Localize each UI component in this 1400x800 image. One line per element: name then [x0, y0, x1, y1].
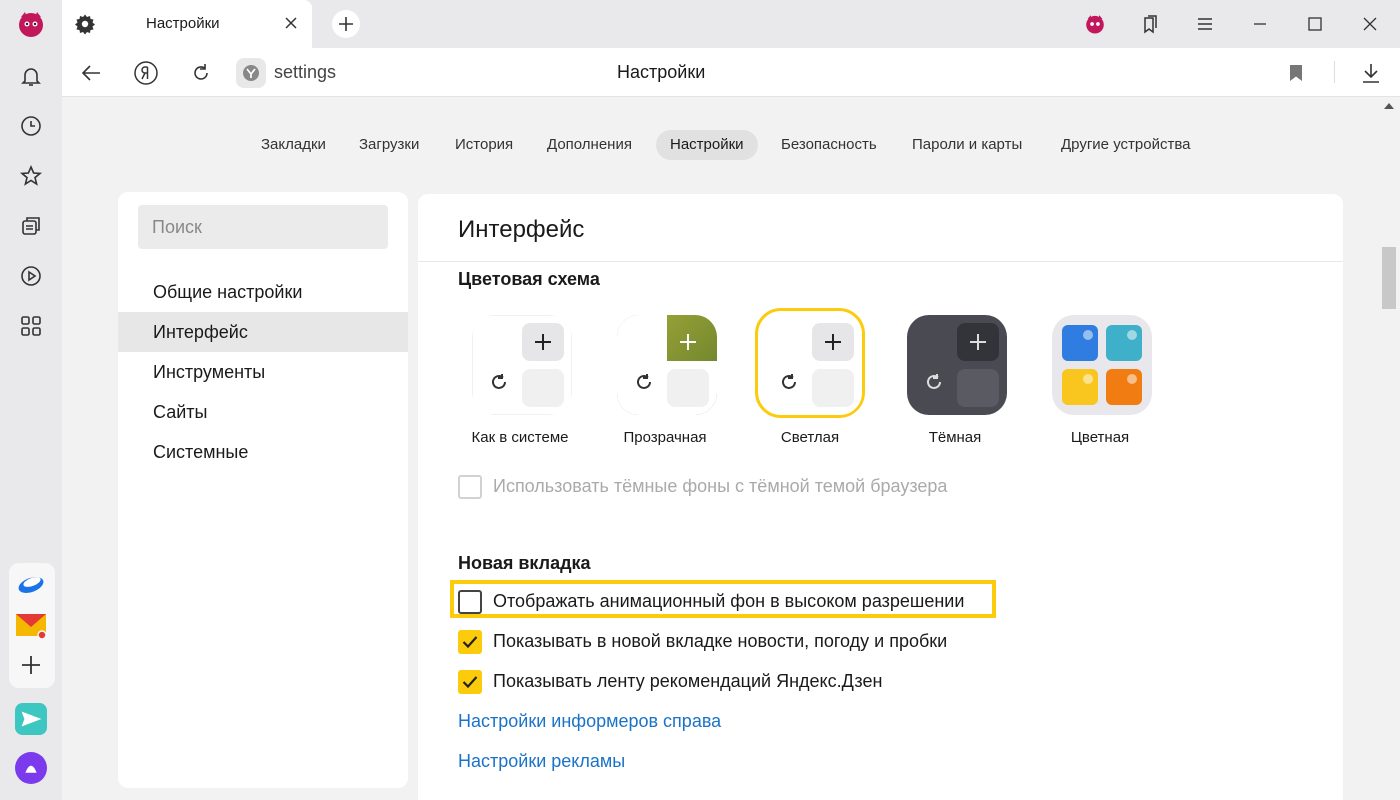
zen-feed-label[interactable]: Показывать ленту рекомендаций Яндекс.Дзе… [493, 671, 882, 692]
close-icon[interactable] [282, 14, 300, 32]
hd-animated-bg-checkbox[interactable] [458, 590, 482, 614]
settings-nav: Закладки Загрузки История Дополнения Нас… [0, 130, 1380, 162]
download-icon[interactable] [1357, 59, 1385, 87]
bookmarks-panel-icon[interactable] [1138, 12, 1162, 36]
hd-animated-bg-label[interactable]: Отображать анимационный фон в высоком ра… [493, 591, 964, 612]
minimize-icon[interactable] [1248, 12, 1272, 36]
browser-logo-icon[interactable] [15, 8, 47, 40]
back-icon[interactable] [77, 59, 105, 87]
nav-downloads[interactable]: Загрузки [345, 130, 433, 160]
bookmark-icon[interactable] [1282, 59, 1310, 87]
theme-option-transparent[interactable]: Прозрачная [610, 312, 720, 452]
zen-feed-checkbox[interactable] [458, 670, 482, 694]
page-title: Настройки [617, 62, 706, 82]
informers-settings-link[interactable]: Настройки информеров справа [458, 711, 721, 732]
gear-icon [74, 13, 96, 40]
ads-settings-link[interactable]: Настройки рекламы [458, 751, 625, 772]
page-scrollbar[interactable] [1380, 97, 1400, 800]
theme-option-dark[interactable]: Тёмная [900, 312, 1010, 452]
messenger-icon[interactable] [15, 703, 47, 735]
nav-other-devices[interactable]: Другие устройства [1047, 130, 1204, 160]
nav-extensions[interactable]: Дополнения [533, 130, 646, 160]
app-sidebar [0, 0, 62, 800]
tab-title: Настройки [146, 15, 220, 32]
theme-label: Светлая [780, 429, 840, 446]
close-window-icon[interactable] [1358, 12, 1382, 36]
news-weather-option[interactable]: Показывать в новой вкладке новости, пого… [458, 628, 998, 658]
zen-feed-option[interactable]: Показывать ленту рекомендаций Яндекс.Дзе… [458, 668, 998, 698]
sidebar-item-interface[interactable]: Интерфейс [118, 312, 408, 352]
dark-bg-checkbox [458, 475, 482, 499]
theme-preview [907, 315, 1007, 415]
theme-preview [472, 315, 572, 415]
theme-label: Прозрачная [623, 429, 707, 446]
add-icon[interactable] [15, 649, 47, 681]
maximize-icon[interactable] [1303, 12, 1327, 36]
theme-label: Как в системе [471, 429, 569, 446]
yandex-button-icon[interactable] [132, 59, 160, 87]
sidebar-item-general[interactable]: Общие настройки [118, 272, 408, 312]
header-divider [418, 261, 1343, 262]
menu-icon[interactable] [1193, 12, 1217, 36]
bell-icon[interactable] [15, 60, 47, 92]
mail-icon[interactable] [15, 609, 47, 641]
color-scheme-title: Цветовая схема [458, 269, 600, 289]
play-icon[interactable] [15, 260, 47, 292]
new-tab-button[interactable] [332, 10, 360, 38]
theme-label: Тёмная [928, 429, 982, 446]
apps-grid-icon[interactable] [15, 310, 47, 342]
theme-preview [617, 315, 717, 415]
search-input[interactable] [138, 205, 388, 249]
theme-preview [762, 315, 862, 415]
hd-animated-bg-option[interactable]: Отображать анимационный фон в высоком ра… [458, 588, 998, 618]
dark-bg-option: Использовать тёмные фоны с тёмной темой … [458, 473, 1058, 503]
address-bar: settings Настройки [62, 48, 1400, 97]
star-icon[interactable] [15, 160, 47, 192]
nav-passwords[interactable]: Пароли и карты [898, 130, 1036, 160]
profile-avatar-icon[interactable] [1083, 12, 1107, 36]
collections-icon[interactable] [15, 210, 47, 242]
scroll-up-arrow-icon[interactable] [1384, 103, 1394, 109]
section-header: Интерфейс [458, 216, 585, 243]
tab-strip: Настройки [62, 0, 1400, 48]
nav-history[interactable]: История [441, 130, 527, 160]
theme-option-colored[interactable]: Цветная [1045, 312, 1155, 452]
theme-option-system[interactable]: Как в системе [465, 312, 575, 452]
site-info-icon[interactable] [236, 58, 266, 88]
url-text[interactable]: settings [274, 62, 336, 83]
sidebar-item-system[interactable]: Системные [118, 432, 408, 472]
disk-icon[interactable] [15, 567, 47, 599]
tab-settings[interactable]: Настройки [62, 0, 312, 48]
settings-sidebar: Общие настройки Интерфейс Инструменты Са… [118, 192, 408, 788]
reload-icon[interactable] [187, 59, 215, 87]
nav-bookmarks[interactable]: Закладки [247, 130, 340, 160]
alice-icon[interactable] [15, 752, 47, 784]
settings-content: Интерфейс Цветовая схема Как в системе П… [418, 194, 1343, 800]
new-tab-title: Новая вкладка [458, 553, 591, 573]
sidebar-item-tools[interactable]: Инструменты [118, 352, 408, 392]
theme-label: Цветная [1070, 429, 1130, 446]
dark-bg-label: Использовать тёмные фоны с тёмной темой … [493, 476, 948, 496]
nav-security[interactable]: Безопасность [767, 130, 891, 160]
sidebar-item-sites[interactable]: Сайты [118, 392, 408, 432]
news-weather-checkbox[interactable] [458, 630, 482, 654]
theme-option-light[interactable]: Светлая [755, 308, 865, 452]
nav-settings[interactable]: Настройки [656, 130, 758, 160]
toolbar-divider [1334, 61, 1335, 83]
theme-preview [1052, 315, 1152, 415]
news-weather-label[interactable]: Показывать в новой вкладке новости, пого… [493, 631, 947, 652]
scrollbar-thumb[interactable] [1382, 247, 1396, 309]
